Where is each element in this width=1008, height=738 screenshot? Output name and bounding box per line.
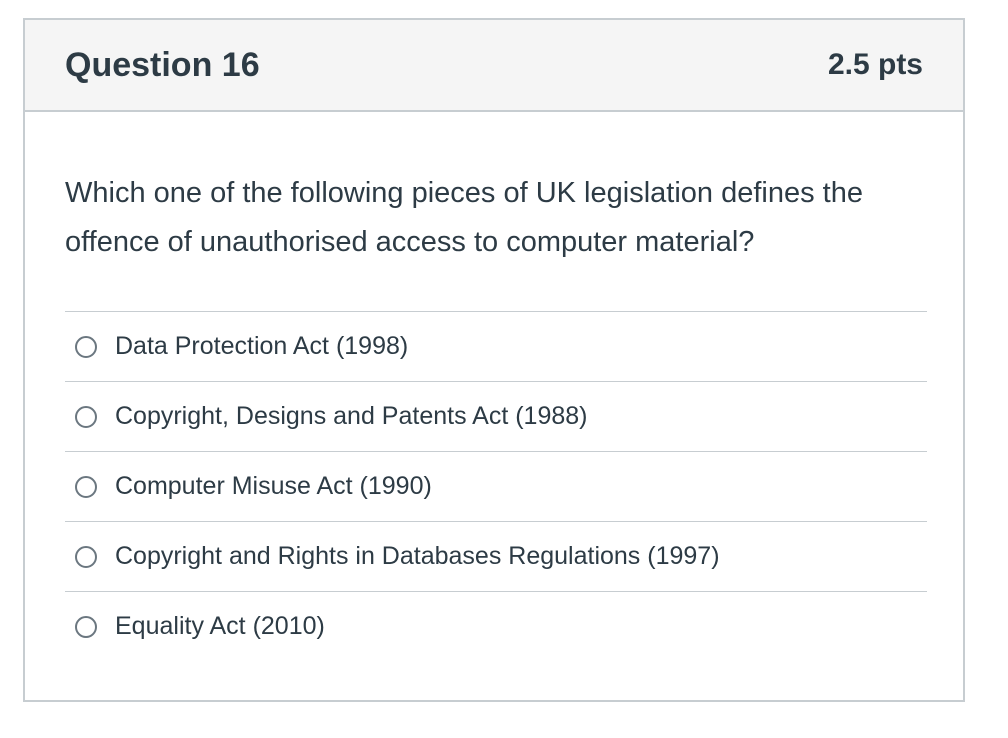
- answer-option[interactable]: Copyright and Rights in Databases Regula…: [65, 522, 927, 592]
- answer-list: Data Protection Act (1998) Copyright, De…: [65, 311, 927, 661]
- answer-label: Copyright and Rights in Databases Regula…: [115, 542, 720, 570]
- radio-button[interactable]: [75, 615, 97, 638]
- answer-label: Computer Misuse Act (1990): [115, 472, 432, 500]
- question-body: Which one of the following pieces of UK …: [25, 169, 963, 661]
- answer-label: Data Protection Act (1998): [115, 332, 409, 360]
- answer-label: Copyright, Designs and Patents Act (1988…: [115, 402, 588, 430]
- question-text: Which one of the following pieces of UK …: [65, 177, 863, 258]
- answer-option[interactable]: Data Protection Act (1998): [65, 312, 927, 382]
- radio-button[interactable]: [75, 405, 97, 428]
- radio-button[interactable]: [75, 545, 97, 568]
- answer-option[interactable]: Equality Act (2010): [65, 592, 927, 661]
- question-title: Question 16: [65, 45, 260, 84]
- answer-option[interactable]: Computer Misuse Act (1990): [65, 452, 927, 522]
- radio-button[interactable]: [75, 475, 97, 498]
- question-points: 2.5 pts: [827, 48, 923, 81]
- answer-label: Equality Act (2010): [115, 612, 325, 640]
- radio-button[interactable]: [75, 335, 97, 358]
- answer-option[interactable]: Copyright, Designs and Patents Act (1988…: [65, 382, 927, 452]
- question-header: Question 16 2.5 pts: [25, 20, 963, 112]
- question-card: Question 16 2.5 pts Which one of the fol…: [23, 18, 965, 702]
